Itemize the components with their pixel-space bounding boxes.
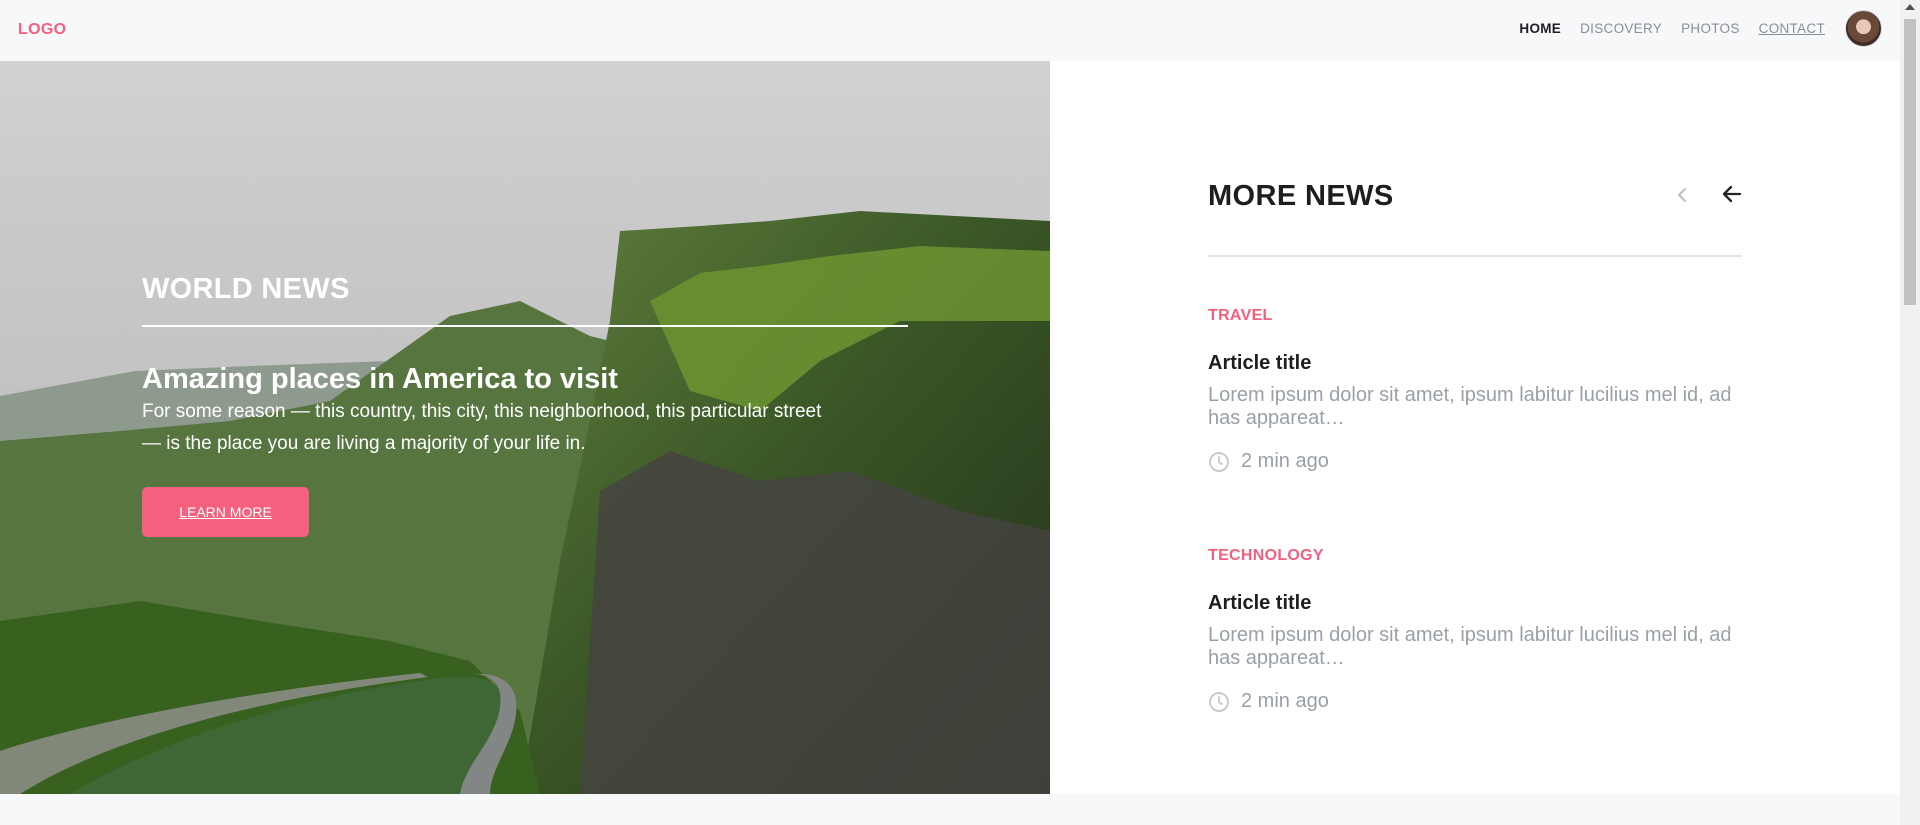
- article-excerpt: Lorem ipsum dolor sit amet, ipsum labitu…: [1208, 624, 1732, 669]
- hero-section: WORLD NEWS Amazing places in America to …: [0, 61, 1050, 794]
- clock-icon: [1209, 691, 1229, 712]
- article-category[interactable]: TRAVEL: [1208, 307, 1742, 325]
- article-meta: 2 min ago: [1208, 690, 1742, 713]
- article-excerpt: Lorem ipsum dolor sit amet, ipsum labitu…: [1208, 384, 1732, 429]
- vertical-scrollbar[interactable]: [1900, 0, 1920, 825]
- news-item: TECHNOLOGY Article title Lorem ipsum dol…: [1208, 473, 1742, 713]
- more-news-panel: MORE NEWS TRAVEL Article title Lorem ips…: [1050, 61, 1900, 794]
- article-category[interactable]: TECHNOLOGY: [1208, 547, 1742, 565]
- nav-home[interactable]: HOME: [1519, 21, 1561, 36]
- arrow-left-icon[interactable]: [1720, 182, 1744, 206]
- top-navigation: LOGO HOME DISCOVERY PHOTOS CONTACT: [0, 0, 1900, 61]
- scrollbar-thumb[interactable]: [1904, 19, 1916, 305]
- article-time: 2 min ago: [1241, 690, 1329, 712]
- nav-contact[interactable]: CONTACT: [1759, 21, 1825, 36]
- main-nav: HOME DISCOVERY PHOTOS CONTACT: [1519, 21, 1825, 36]
- avatar[interactable]: [1845, 10, 1882, 47]
- article-title[interactable]: Article title: [1208, 352, 1742, 375]
- hero-heading: Amazing places in America to visit: [142, 363, 618, 395]
- news-content: MORE NEWS TRAVEL Article title Lorem ips…: [1208, 180, 1742, 713]
- nav-discovery[interactable]: DISCOVERY: [1580, 21, 1662, 36]
- hero-content: WORLD NEWS Amazing places in America to …: [142, 273, 912, 537]
- page-footer-strip: [0, 794, 1900, 825]
- hero-divider: [142, 325, 908, 327]
- article-time: 2 min ago: [1241, 450, 1329, 472]
- hero-description: For some reason — this country, this cit…: [142, 401, 822, 454]
- news-header: MORE NEWS: [1208, 180, 1742, 255]
- article-title[interactable]: Article title: [1208, 592, 1742, 615]
- chevron-left-icon[interactable]: [1673, 185, 1693, 205]
- logo[interactable]: LOGO: [18, 21, 66, 39]
- article-meta: 2 min ago: [1208, 450, 1742, 473]
- learn-more-button[interactable]: LEARN MORE: [142, 487, 309, 537]
- scroll-up-arrow-icon[interactable]: [1905, 4, 1915, 10]
- section-title: WORLD NEWS: [142, 273, 350, 305]
- news-title: MORE NEWS: [1208, 180, 1394, 212]
- nav-photos[interactable]: PHOTOS: [1681, 21, 1740, 36]
- clock-icon: [1209, 451, 1229, 472]
- news-item: TRAVEL Article title Lorem ipsum dolor s…: [1208, 257, 1742, 473]
